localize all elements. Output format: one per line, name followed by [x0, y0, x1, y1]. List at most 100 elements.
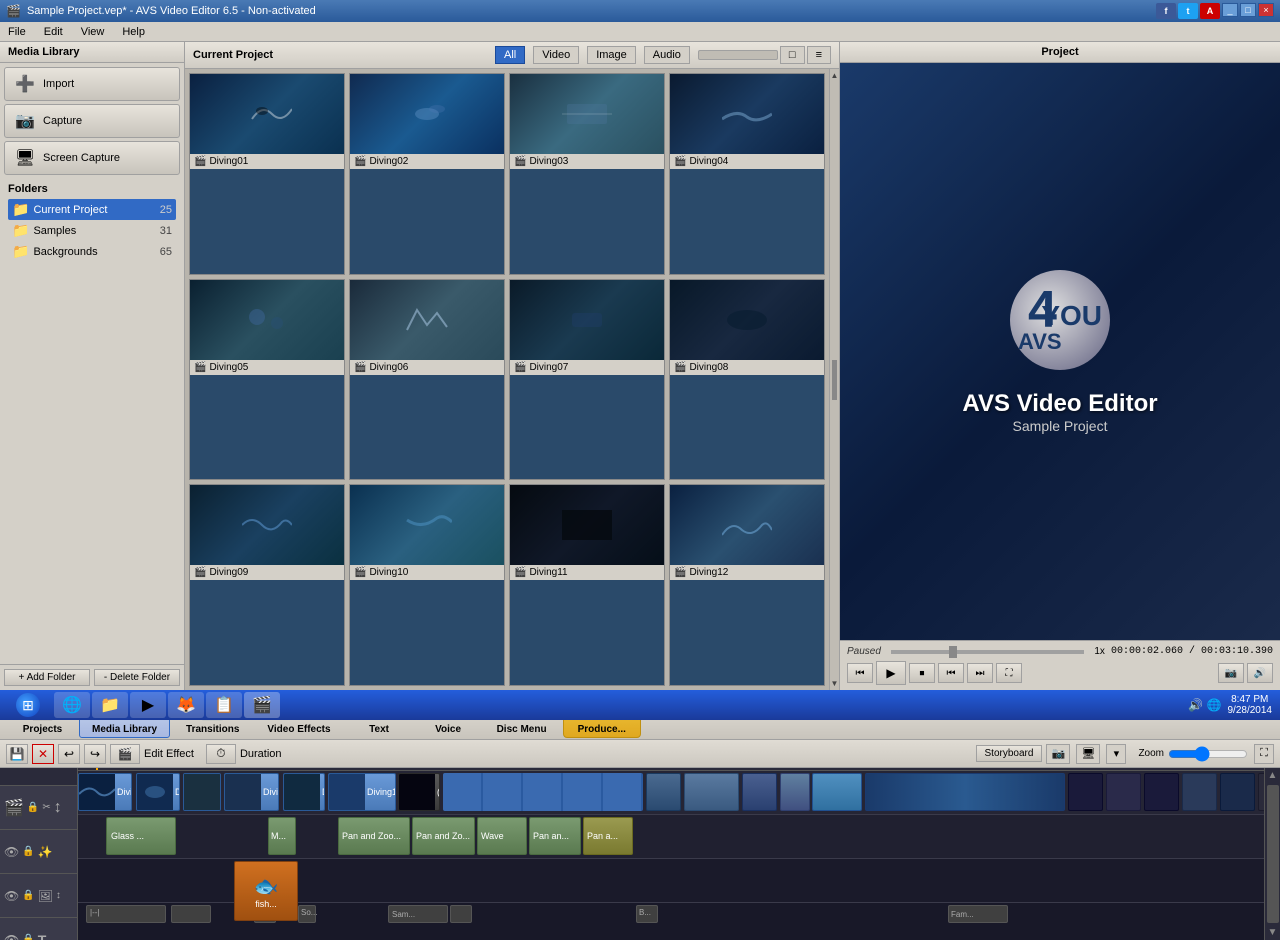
clip-extra2[interactable] — [684, 773, 739, 811]
import-button[interactable]: ➕ Import — [4, 67, 180, 101]
avs-icon[interactable]: A — [1200, 3, 1220, 19]
text-clip-1[interactable]: |--| — [86, 905, 166, 923]
clip-dark3[interactable] — [1144, 773, 1179, 811]
effect-pan-a[interactable]: Pan a... — [583, 817, 633, 855]
text-clip-freed[interactable]: B... — [636, 905, 658, 923]
clip-extra5[interactable] — [812, 773, 862, 811]
twitter-icon[interactable]: t — [1178, 3, 1198, 19]
save-project-button[interactable]: 💾 — [6, 744, 28, 764]
clip-extra3[interactable] — [742, 773, 777, 811]
screen-capture-button[interactable]: 🖥 Screen Capture — [4, 141, 180, 175]
media-item-diving09[interactable]: 🎬Diving09 — [189, 484, 345, 686]
clip-dark6[interactable] — [1258, 773, 1264, 811]
clip-dark[interactable] — [1068, 773, 1103, 811]
media-player-button[interactable]: ▶ — [130, 692, 166, 718]
media-item-diving10[interactable]: 🎬Diving10 — [349, 484, 505, 686]
filter-audio[interactable]: Audio — [644, 46, 690, 64]
minimize-button[interactable]: _ — [1222, 3, 1238, 17]
filter-all[interactable]: All — [495, 46, 525, 64]
capture-button[interactable]: 📷 Capture — [4, 104, 180, 138]
monitor-button[interactable]: 🖥 — [1076, 744, 1100, 764]
media-item-diving02[interactable]: 🎬Diving02 — [349, 73, 505, 275]
duration-icon-btn[interactable]: ⏱ — [206, 744, 236, 764]
effect-wave[interactable]: Wave — [477, 817, 527, 855]
facebook-icon[interactable]: f — [1156, 3, 1176, 19]
move-icon[interactable]: ↕ — [56, 890, 61, 901]
timeline-scrollbar[interactable]: ▲ ▼ — [1264, 768, 1280, 940]
view-list[interactable]: ≡ — [807, 46, 831, 64]
storyboard-button[interactable]: Storyboard — [976, 745, 1043, 762]
text-track-icon[interactable]: T — [38, 932, 47, 940]
clip-black[interactable]: (0,... — [398, 773, 440, 811]
clip-d3[interactable]: D... — [183, 773, 221, 811]
playback-progress-bar[interactable] — [891, 650, 1084, 654]
video-track-button[interactable]: 🎬 — [110, 744, 140, 764]
media-item-diving04[interactable]: 🎬Diving04 — [669, 73, 825, 275]
eye-icon[interactable]: 👁 — [4, 845, 19, 859]
media-scrollbar[interactable]: ▲ ▼ — [829, 69, 839, 690]
effect-pan-zoom2[interactable]: Pan and Zo... — [412, 817, 475, 855]
settings-dropdown[interactable]: ▾ — [1106, 744, 1126, 764]
lock4-icon[interactable]: 🔒 — [22, 934, 34, 940]
media-item-diving03[interactable]: 🎬Diving03 — [509, 73, 665, 275]
clip-diving1[interactable]: Divi... — [78, 773, 132, 811]
start-button[interactable]: ⊞ — [4, 692, 52, 718]
undo-button[interactable]: ↩ — [58, 744, 80, 764]
lock3-icon[interactable]: 🔒 — [22, 890, 34, 901]
add-folder-button[interactable]: + Add Folder — [4, 669, 90, 686]
overlay-fish[interactable]: 🐟 fish... — [234, 861, 298, 921]
move-up-icon[interactable]: ↕ — [54, 799, 62, 817]
clipboard-button[interactable]: 📋 — [206, 692, 242, 718]
scroll-down-button[interactable]: ▼ — [1266, 925, 1280, 940]
clip-extra[interactable] — [646, 773, 681, 811]
scissor-icon[interactable]: ✂ — [42, 802, 50, 813]
scroll-up-button[interactable]: ▲ — [1266, 768, 1280, 783]
scroll-up-icon[interactable]: ▲ — [830, 71, 839, 80]
menu-view[interactable]: View — [77, 24, 109, 40]
menu-file[interactable]: File — [4, 24, 30, 40]
eye2-icon[interactable]: 👁 — [4, 889, 19, 903]
overlay-icon[interactable]: 🖼 — [38, 889, 53, 903]
clip-dark4[interactable] — [1182, 773, 1217, 811]
eye3-icon[interactable]: 👁 — [4, 933, 19, 940]
clip-dark5[interactable] — [1220, 773, 1255, 811]
filter-video[interactable]: Video — [533, 46, 579, 64]
clip-diving2[interactable]: Divi... — [136, 773, 180, 811]
clip-extra4[interactable] — [780, 773, 810, 811]
media-item-diving11[interactable]: 🎬Diving11 — [509, 484, 665, 686]
menu-help[interactable]: Help — [118, 24, 149, 40]
play-button[interactable]: ▶ — [876, 661, 906, 685]
ie-button[interactable]: 🌐 — [54, 692, 90, 718]
scroll-thumb[interactable] — [1267, 785, 1279, 923]
stop-button[interactable]: ⏹ — [909, 663, 935, 683]
fullscreen-timeline-button[interactable]: ⛶ — [1254, 744, 1274, 764]
go-to-start-button[interactable]: ⏮ — [847, 663, 873, 683]
clip-dark2[interactable] — [1106, 773, 1141, 811]
folder-samples[interactable]: 📁 Samples 31 — [8, 220, 176, 241]
text-clip-2[interactable] — [171, 905, 211, 923]
effect-pan-zoom1[interactable]: Pan and Zoo... — [338, 817, 410, 855]
clip-di6[interactable]: Di... — [283, 773, 325, 811]
clip-long-blue[interactable] — [865, 773, 1065, 811]
snapshot-button[interactable]: 📷 — [1218, 663, 1244, 683]
close-button[interactable]: × — [1258, 3, 1274, 17]
media-item-diving05[interactable]: 🎬Diving05 — [189, 279, 345, 481]
remove-clip-button[interactable]: ✕ — [32, 744, 54, 764]
delete-folder-button[interactable]: - Delete Folder — [94, 669, 180, 686]
media-item-diving12[interactable]: 🎬Diving12 — [669, 484, 825, 686]
audio-button[interactable]: 🔊 — [1247, 663, 1273, 683]
filter-image[interactable]: Image — [587, 46, 636, 64]
clip-group[interactable] — [443, 773, 643, 811]
lock-icon[interactable]: 🔒 — [27, 802, 39, 813]
lock2-icon[interactable]: 🔒 — [22, 846, 34, 857]
text-clip-so[interactable]: So... — [298, 905, 316, 923]
avs-taskbar-button[interactable]: 🎬 — [244, 692, 280, 718]
media-item-diving06[interactable]: 🎬Diving06 — [349, 279, 505, 481]
media-item-diving07[interactable]: 🎬Diving07 — [509, 279, 665, 481]
effect-m[interactable]: M... — [268, 817, 296, 855]
prev-frame-button[interactable]: ⏮ — [938, 663, 964, 683]
effect-glass[interactable]: Glass ... — [106, 817, 176, 855]
camera-button[interactable]: 📷 — [1046, 744, 1070, 764]
folder-backgrounds[interactable]: 📁 Backgrounds 65 — [8, 241, 176, 262]
clip-diving1b[interactable]: Diving1... — [328, 773, 396, 811]
